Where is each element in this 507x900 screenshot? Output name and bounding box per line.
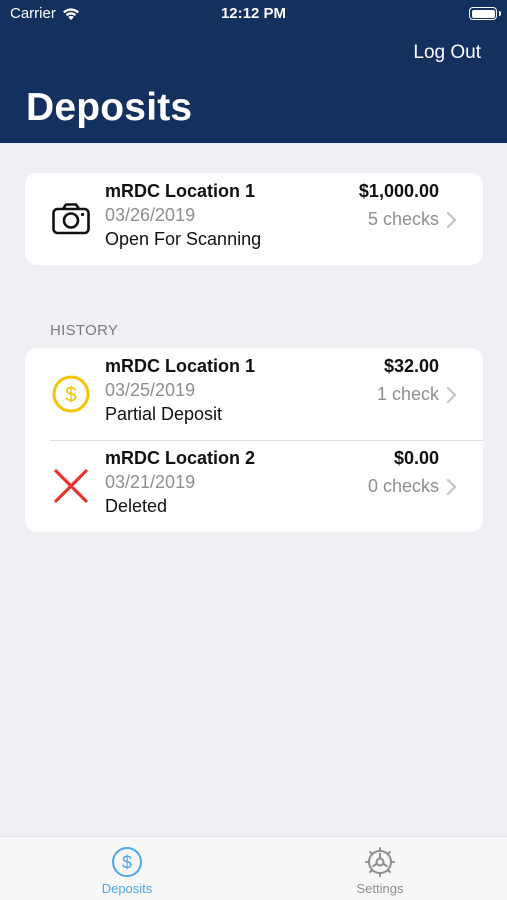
tab-settings[interactable]: Settings: [320, 845, 440, 896]
tab-bar: $ Deposits Settings: [0, 836, 507, 900]
chevron-right-icon: [446, 211, 457, 229]
deposit-date: 03/25/2019: [105, 380, 196, 400]
history-row[interactable]: mRDC Location 2 03/21/2019 Deleted $0.00…: [25, 440, 483, 532]
chevron-right-icon: [446, 386, 457, 404]
check-count: 1 check: [376, 384, 439, 404]
deposit-amount: $0.00: [393, 448, 439, 468]
deposit-date: 03/21/2019: [105, 472, 196, 492]
deposit-location: mRDC Location 1: [105, 356, 256, 376]
deposit-amount: $32.00: [383, 356, 439, 376]
clock: 12:12 PM: [220, 5, 287, 22]
history-row[interactable]: $ mRDC Location 1 03/25/2019 Partial Dep…: [25, 348, 483, 440]
history-card: $ mRDC Location 1 03/25/2019 Partial Dep…: [25, 348, 483, 532]
navigation-header: Carrier 12:12 PM Log Out Deposits: [0, 0, 507, 143]
check-count: 5 checks: [367, 209, 439, 229]
x-icon: [54, 469, 88, 503]
camera-icon: [52, 203, 90, 235]
deposit-location: mRDC Location 2: [105, 448, 256, 468]
current-deposit-card: mRDC Location 1 03/26/2019 Open For Scan…: [25, 173, 483, 265]
chevron-right-icon: [446, 478, 457, 496]
current-deposit-row[interactable]: mRDC Location 1 03/26/2019 Open For Scan…: [25, 173, 483, 265]
deposit-status: Partial Deposit: [105, 404, 223, 424]
tab-label: Deposits: [101, 881, 153, 896]
deposit-status: Deleted: [105, 496, 168, 516]
gear-icon: [365, 847, 395, 877]
logout-button[interactable]: Log Out: [413, 42, 481, 64]
svg-text:$: $: [65, 384, 77, 407]
deposit-date: 03/26/2019: [105, 205, 196, 225]
tab-deposits[interactable]: $ Deposits: [67, 845, 187, 896]
page-title: Deposits: [26, 86, 193, 129]
deposit-amount: $1,000.00: [358, 181, 439, 201]
check-count: 0 checks: [367, 476, 439, 496]
tab-label: Settings: [356, 881, 404, 896]
status-bar: Carrier 12:12 PM: [0, 0, 507, 30]
battery-icon: [469, 7, 501, 20]
deposit-location: mRDC Location 1: [105, 181, 256, 201]
dollar-circle-icon: $: [112, 847, 142, 877]
deposit-status: Open For Scanning: [105, 229, 262, 249]
history-section-header: HISTORY: [50, 322, 119, 339]
dollar-coin-icon: $: [52, 375, 90, 413]
svg-text:$: $: [122, 853, 132, 873]
